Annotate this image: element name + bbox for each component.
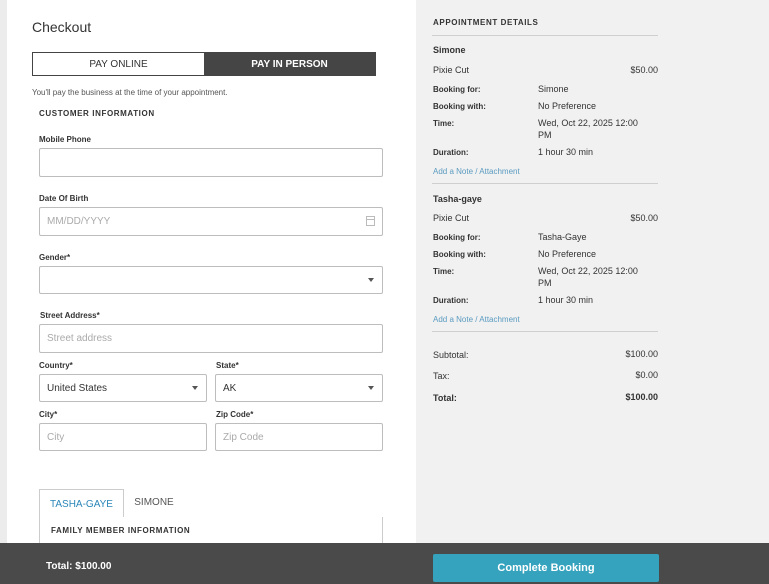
- dob-placeholder: MM/DD/YYYY: [47, 216, 111, 227]
- city-label: City*: [39, 410, 58, 419]
- state-select[interactable]: AK: [215, 374, 383, 402]
- country-label: Country*: [39, 361, 73, 370]
- footer-total: Total: $100.00: [46, 561, 112, 572]
- chevron-down-icon: [368, 386, 374, 390]
- divider: [432, 183, 658, 184]
- booking-with-label: Booking with:: [433, 102, 486, 111]
- subtotal-label: Subtotal:: [433, 350, 469, 360]
- calendar-icon[interactable]: [366, 216, 375, 226]
- divider: [432, 35, 658, 36]
- zip-code-label: Zip Code*: [216, 410, 254, 419]
- service-price: $50.00: [630, 213, 658, 223]
- booking-for-value: Simone: [538, 84, 569, 94]
- tab-tasha-gaye[interactable]: TASHA-GAYE: [39, 489, 124, 518]
- time-value-ampm: PM: [538, 130, 552, 140]
- add-note-link[interactable]: Add a Note / Attachment: [433, 315, 520, 324]
- time-value: Wed, Oct 22, 2025 12:00: [538, 118, 638, 128]
- booking-with-value: No Preference: [538, 249, 597, 259]
- tax-label: Tax:: [433, 371, 450, 381]
- total-value: $100.00: [625, 392, 658, 402]
- appointment-details-heading: APPOINTMENT DETAILS: [433, 18, 539, 27]
- zip-code-input[interactable]: Zip Code: [215, 423, 383, 451]
- payment-note: You'll pay the business at the time of y…: [32, 88, 228, 97]
- city-input[interactable]: City: [39, 423, 207, 451]
- booking-for-label: Booking for:: [433, 233, 481, 242]
- payment-method-toggle: PAY ONLINE PAY IN PERSON: [32, 52, 376, 76]
- street-address-input[interactable]: Street address: [39, 324, 383, 353]
- mobile-phone-label: Mobile Phone: [39, 135, 91, 144]
- booking-with-value: No Preference: [538, 101, 597, 111]
- booking-for-label: Booking for:: [433, 85, 481, 94]
- service-price: $50.00: [630, 65, 658, 75]
- duration-label: Duration:: [433, 148, 469, 157]
- gender-label: Gender*: [39, 253, 71, 262]
- time-label: Time:: [433, 267, 455, 276]
- duration-value: 1 hour 30 min: [538, 147, 594, 157]
- tax-value: $0.00: [635, 370, 658, 380]
- duration-value: 1 hour 30 min: [538, 295, 594, 305]
- state-value: AK: [223, 382, 237, 394]
- zip-code-placeholder: Zip Code: [223, 431, 264, 443]
- booking-name: Tasha-gaye: [433, 194, 482, 204]
- family-member-heading: FAMILY MEMBER INFORMATION: [51, 526, 191, 535]
- subtotal-value: $100.00: [625, 349, 658, 359]
- chevron-down-icon: [192, 386, 198, 390]
- dob-input[interactable]: MM/DD/YYYY: [39, 207, 383, 236]
- pay-online-button[interactable]: PAY ONLINE: [33, 53, 204, 75]
- city-placeholder: City: [47, 431, 65, 443]
- add-note-link[interactable]: Add a Note / Attachment: [433, 167, 520, 176]
- gender-select[interactable]: [39, 266, 383, 294]
- duration-label: Duration:: [433, 296, 469, 305]
- mobile-phone-input[interactable]: [39, 148, 383, 177]
- time-value: Wed, Oct 22, 2025 12:00: [538, 266, 638, 276]
- chevron-down-icon: [368, 278, 374, 282]
- complete-booking-button[interactable]: Complete Booking: [433, 554, 659, 582]
- booking-name: Simone: [433, 45, 466, 55]
- booking-for-value: Tasha-Gaye: [538, 232, 587, 242]
- page-title: Checkout: [32, 19, 92, 35]
- time-value-ampm: PM: [538, 278, 552, 288]
- country-select[interactable]: United States: [39, 374, 207, 402]
- street-address-label: Street Address*: [40, 311, 100, 320]
- divider: [432, 331, 658, 332]
- tab-simone[interactable]: SIMONE: [124, 489, 184, 515]
- pay-in-person-button[interactable]: PAY IN PERSON: [204, 53, 375, 75]
- street-address-placeholder: Street address: [47, 333, 113, 344]
- total-label: Total:: [433, 393, 457, 403]
- service-name: Pixie Cut: [433, 213, 470, 223]
- country-value: United States: [47, 382, 108, 394]
- service-name: Pixie Cut: [433, 65, 470, 75]
- customer-info-heading: CUSTOMER INFORMATION: [39, 109, 155, 118]
- booking-with-label: Booking with:: [433, 250, 486, 259]
- dob-label: Date Of Birth: [39, 194, 89, 203]
- time-label: Time:: [433, 119, 455, 128]
- state-label: State*: [216, 361, 239, 370]
